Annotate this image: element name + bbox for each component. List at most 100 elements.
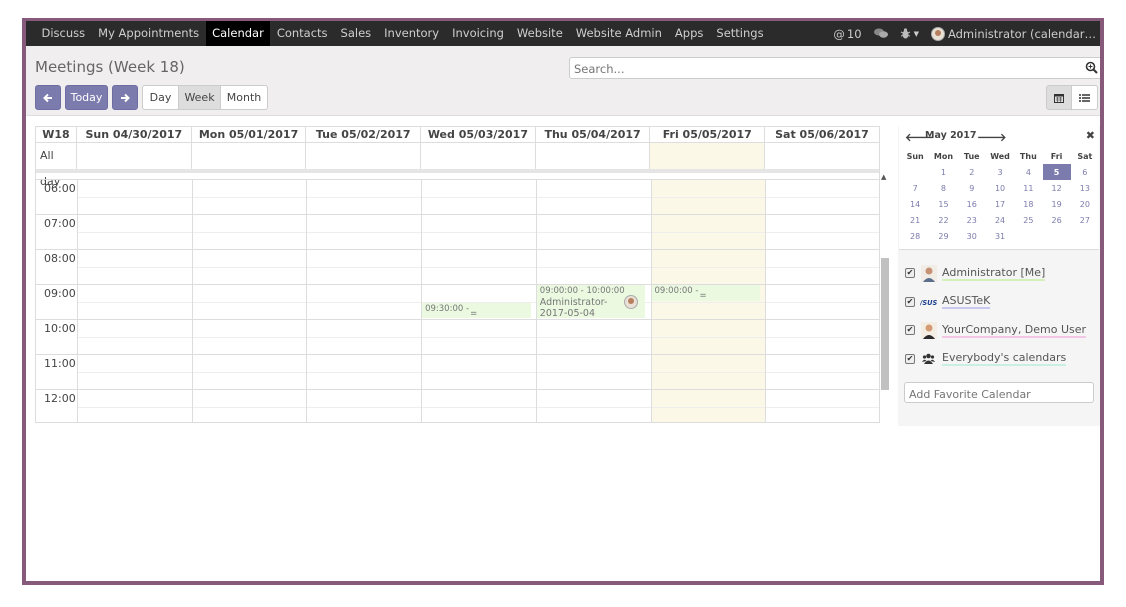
calendar-event[interactable]: 09:30:00 - = [422, 302, 531, 319]
mini-calendar-day[interactable]: 16 [958, 196, 986, 212]
mini-calendar-day[interactable]: 11 [1014, 180, 1042, 196]
hour-row[interactable]: 12:00 [36, 389, 879, 422]
previous-button[interactable] [35, 85, 61, 110]
menu-item-settings[interactable]: Settings [710, 21, 770, 46]
hour-label: 07:00 [44, 217, 76, 230]
menu-item-sales[interactable]: Sales [334, 21, 378, 46]
day-view-button[interactable]: Day [142, 85, 179, 110]
mini-calendar-day[interactable]: 19 [1043, 196, 1071, 212]
mini-calendar-day[interactable]: 8 [929, 180, 957, 196]
mini-calendar-day[interactable]: 6 [1071, 164, 1099, 180]
month-view-button[interactable]: Month [221, 85, 268, 110]
day-header[interactable]: Thu 05/04/2017 [536, 127, 651, 142]
mini-calendar-day[interactable]: 25 [1014, 212, 1042, 228]
mini-calendar-day[interactable]: 7 [901, 180, 929, 196]
allday-cell[interactable] [77, 143, 192, 169]
resize-handle-icon[interactable]: = [700, 291, 707, 301]
mini-calendar-day[interactable]: 22 [929, 212, 957, 228]
mini-calendar-day[interactable]: 5 [1042, 164, 1071, 180]
hour-row[interactable]: 10:00 [36, 319, 879, 354]
mini-calendar-day[interactable]: 10 [986, 180, 1014, 196]
mini-calendar-day[interactable]: 26 [1043, 212, 1071, 228]
mini-calendar-day[interactable]: 1 [929, 164, 957, 180]
mini-calendar-day[interactable]: 29 [929, 228, 957, 244]
allday-cell[interactable] [421, 143, 536, 169]
half-hour-line [77, 372, 879, 373]
scroll-up-icon[interactable]: ▲ [881, 173, 886, 181]
mini-calendar-day[interactable]: 12 [1043, 180, 1071, 196]
menu-item-invoicing[interactable]: Invoicing [446, 21, 511, 46]
search-icon[interactable] [1085, 61, 1098, 74]
mini-calendar-day[interactable]: 9 [958, 180, 986, 196]
hour-row[interactable]: 07:00 [36, 214, 879, 249]
hour-row[interactable]: 11:00 [36, 354, 879, 389]
svg-text:/SUS: /SUS [920, 299, 937, 306]
search-input[interactable] [570, 59, 1070, 79]
calendar-filter[interactable]: ✔ Administrator [Me] [898, 259, 1100, 288]
day-header[interactable]: Fri 05/05/2017 [650, 127, 766, 142]
next-button[interactable] [112, 85, 138, 110]
mini-calendar-day[interactable]: 13 [1071, 180, 1099, 196]
menu-item-apps[interactable]: Apps [668, 21, 709, 46]
day-header[interactable]: Tue 05/02/2017 [306, 127, 422, 142]
mini-calendar-day[interactable]: 2 [958, 164, 986, 180]
add-favorite-input[interactable] [905, 385, 1091, 404]
scrollbar-thumb[interactable] [881, 258, 889, 390]
allday-cell[interactable] [536, 143, 651, 169]
calendar-scrollbar[interactable]: ▲ [881, 173, 889, 393]
menu-item-my-appointments[interactable]: My Appointments [92, 21, 206, 46]
close-icon[interactable]: ✖ [1086, 129, 1095, 142]
calendar-filter[interactable]: ✔ YourCompany, Demo User [898, 316, 1100, 345]
debug-menu[interactable]: ▼ [900, 28, 919, 39]
mini-calendar-day[interactable]: 23 [958, 212, 986, 228]
caret-down-icon: ▼ [913, 29, 919, 38]
list-view-button[interactable] [1072, 85, 1098, 110]
mini-calendar-day[interactable]: 20 [1071, 196, 1099, 212]
day-header[interactable]: Mon 05/01/2017 [192, 127, 307, 142]
week-view-button[interactable]: Week [179, 85, 221, 110]
allday-cell[interactable] [765, 143, 879, 169]
mini-calendar-day[interactable]: 18 [1014, 196, 1042, 212]
calendar-event[interactable]: 09:00:00 - = [651, 285, 761, 301]
day-header[interactable]: Sun 04/30/2017 [77, 127, 192, 142]
filter-checkbox[interactable]: ✔ [905, 353, 915, 364]
allday-cell[interactable] [306, 143, 422, 169]
menu-item-inventory[interactable]: Inventory [378, 21, 446, 46]
user-menu[interactable]: Administrator (calendar… [930, 26, 1096, 41]
menu-item-website[interactable]: Website [510, 21, 569, 46]
mini-calendar-day[interactable]: 3 [986, 164, 1014, 180]
day-header[interactable]: Sat 05/06/2017 [765, 127, 879, 142]
menu-item-website-admin[interactable]: Website Admin [569, 21, 668, 46]
chat-menu[interactable] [873, 28, 888, 39]
hour-row[interactable]: 06:00 [36, 179, 879, 214]
resize-handle-icon[interactable]: = [470, 309, 477, 319]
menu-item-contacts[interactable]: Contacts [270, 21, 334, 46]
menu-item-discuss[interactable]: Discuss [35, 21, 92, 46]
mini-calendar-day[interactable]: 4 [1014, 164, 1042, 180]
allday-cell[interactable] [192, 143, 307, 169]
mini-calendar-day[interactable]: 30 [958, 228, 986, 244]
today-button[interactable]: Today [65, 85, 108, 110]
menu-item-calendar[interactable]: Calendar [205, 21, 271, 46]
filter-checkbox[interactable]: ✔ [905, 296, 915, 307]
calendar-filter[interactable]: ✔ Everybody's calendars [898, 345, 1100, 374]
allday-cell[interactable] [650, 143, 766, 169]
mentions-counter[interactable]: @ 10 [833, 27, 861, 41]
user-avatar [930, 26, 945, 41]
mini-calendar-day[interactable]: 15 [929, 196, 957, 212]
filter-checkbox[interactable]: ✔ [905, 325, 915, 336]
calendar-view-button[interactable] [1046, 85, 1072, 110]
calendar-filter[interactable]: ✔ /SUS ASUSTeK [898, 288, 1100, 317]
mini-calendar-day[interactable]: 31 [986, 228, 1014, 244]
mini-calendar-day[interactable]: 21 [901, 212, 929, 228]
day-header[interactable]: Wed 05/03/2017 [421, 127, 536, 142]
mini-calendar-day[interactable]: 28 [901, 228, 929, 244]
mini-calendar-day[interactable]: 27 [1071, 212, 1099, 228]
mini-calendar-day[interactable]: 14 [901, 196, 929, 212]
mini-calendar-day[interactable]: 24 [986, 212, 1014, 228]
calendar-event[interactable]: 09:00:00 - 10:00:00 Administrator-2017-05… [536, 285, 646, 318]
next-month-icon[interactable]: 🡒 [977, 130, 1007, 144]
filter-checkbox[interactable]: ✔ [905, 268, 915, 279]
mini-calendar-day[interactable]: 17 [986, 196, 1014, 212]
hour-row[interactable]: 08:00 [36, 249, 879, 284]
